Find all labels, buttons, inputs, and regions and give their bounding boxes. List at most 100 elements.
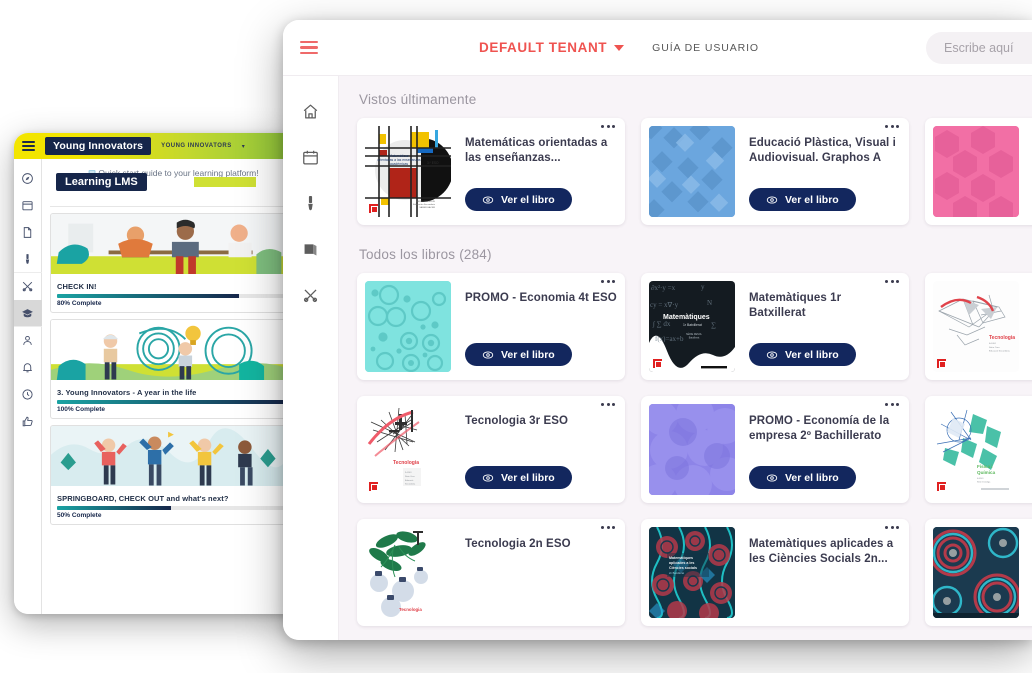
book-card[interactable]: ∂x²·y =x y cy = x∇·y N ∫ ∑ dx ∑ f(x)=ax+b M…	[641, 273, 909, 380]
clock-icon[interactable]	[14, 381, 42, 408]
user-guide-link[interactable]: GUÍA DE USUARIO	[652, 42, 759, 54]
svg-text:Ciències socials: Ciències socials	[669, 566, 697, 570]
svg-text:Matemàtiques: Matemàtiques	[669, 556, 693, 560]
course-card[interactable]: SPRINGBOARD, CHECK OUT and what's next? …	[50, 425, 292, 525]
brush-icon[interactable]	[14, 246, 42, 273]
svg-text:∫ ∑ dx: ∫ ∑ dx	[652, 320, 671, 328]
svg-text:Sèrie Crea: Sèrie Crea	[989, 346, 1000, 349]
lms-hero: ▤ Quick start guide to your learning pla…	[42, 159, 300, 203]
svg-text:4t ESO: 4t ESO	[977, 477, 984, 480]
search-placeholder: Escribe aquí	[944, 41, 1014, 55]
book-cover: Tecnologia 4t ESO Sèrie Crea Educació Secu…	[933, 281, 1019, 372]
more-options-icon[interactable]	[885, 125, 899, 128]
recent-books-grid: Matemáticas orientadas a las enseñanzas …	[357, 118, 1032, 225]
calendar-icon[interactable]	[300, 146, 322, 168]
view-book-button[interactable]: Ver el libro	[465, 188, 572, 211]
lms-menu-icon[interactable]	[22, 139, 35, 153]
menu-icon[interactable]	[300, 38, 318, 57]
tenant-selector[interactable]: DEFAULT TENANT	[479, 40, 625, 55]
svg-text:Matemàtiques: Matemàtiques	[663, 314, 710, 321]
progress-label: 50% Complete	[57, 512, 102, 519]
svg-text:Química: Química	[977, 470, 996, 475]
home-icon[interactable]	[300, 100, 322, 122]
more-options-icon[interactable]	[601, 526, 615, 529]
view-book-button[interactable]: Ver el libro	[749, 188, 856, 211]
compass-icon[interactable]	[14, 165, 42, 192]
screenshot-stage: Young Innovators YOUNG INNOVATORS ▾ Quic…	[0, 0, 1032, 673]
book-card[interactable]	[925, 519, 1032, 626]
lms-tenant-caret-icon[interactable]: ▾	[242, 143, 245, 150]
chevron-down-icon	[614, 44, 625, 51]
book-card[interactable]: Matemáticas orientadas a las enseñanzas …	[357, 118, 625, 225]
book-icon[interactable]	[300, 238, 322, 260]
svg-text:Tecnologia: Tecnologia	[989, 335, 1015, 341]
course-card[interactable]: CHECK IN! 80% Complete	[50, 213, 292, 313]
brush-icon[interactable]	[300, 192, 322, 214]
svg-text:Tecnologia: Tecnologia	[399, 607, 422, 612]
view-book-label: Ver el libro	[501, 471, 555, 484]
tools-icon[interactable]	[14, 273, 42, 300]
app-header: DEFAULT TENANT GUÍA DE USUARIO Escribe a…	[283, 20, 1032, 76]
book-cover	[365, 281, 451, 372]
books-content: Vistos últimamente Matemáticas orientada…	[339, 76, 1032, 640]
more-options-icon[interactable]	[885, 280, 899, 283]
book-card[interactable]: Tecnologia Tecnologia 2n ESO	[357, 519, 625, 626]
lms-topbar: Young Innovators YOUNG INNOVATORS ▾	[14, 133, 300, 159]
svg-text:Sèrie Investiga: Sèrie Investiga	[977, 481, 991, 484]
view-book-button[interactable]: Ver el libro	[465, 466, 572, 489]
progress-label: 80% Complete	[57, 300, 102, 307]
lms-sidebar	[14, 159, 42, 614]
book-card[interactable]	[925, 118, 1032, 225]
book-card[interactable]: Matemàtiques aplicades a les Ciències soci…	[641, 519, 909, 626]
lms-main: ▤ Quick start guide to your learning pla…	[42, 159, 300, 614]
book-card[interactable]: PROMO - Economía de la empresa 2º Bachil…	[641, 396, 909, 503]
eye-icon	[482, 473, 494, 482]
more-options-icon[interactable]	[601, 403, 615, 406]
svg-text:Educación Secundaria: Educación Secundaria	[413, 203, 436, 206]
book-card[interactable]: PROMO - Economia 4t ESO Ver el libro	[357, 273, 625, 380]
bell-icon[interactable]	[14, 354, 42, 381]
course-title: 3. Young Innovators - A year in the life	[57, 388, 197, 397]
calendar-icon[interactable]	[14, 192, 42, 219]
svg-text:Física i: Física i	[977, 464, 993, 469]
course-title: SPRINGBOARD, CHECK OUT and what's next?	[57, 494, 229, 503]
eye-icon	[766, 195, 778, 204]
svg-text:SERIE RESUELVE: SERIE RESUELVE	[416, 201, 435, 203]
more-options-icon[interactable]	[601, 280, 615, 283]
publisher-logo	[653, 359, 662, 368]
book-card[interactable]: Física i Química 4t ESO Sèrie Investiga	[925, 396, 1032, 503]
view-book-label: Ver el libro	[785, 471, 839, 484]
book-card[interactable]: Tecnologia 3r ESO Sèrie Crea Educació Secun…	[357, 396, 625, 503]
file-icon[interactable]	[14, 219, 42, 246]
thumbs-up-icon[interactable]	[14, 408, 42, 435]
all-books-grid-row2: Tecnologia 3r ESO Sèrie Crea Educació Secun…	[357, 396, 1032, 503]
svg-text:SABER HACER: SABER HACER	[419, 206, 435, 209]
section-title-all: Todos los libros (284)	[359, 247, 492, 262]
user-icon[interactable]	[14, 327, 42, 354]
book-cover: Matemàtiques aplicades a les Ciències soci…	[649, 527, 735, 618]
book-cover	[933, 527, 1019, 618]
view-book-button[interactable]: Ver el libro	[749, 343, 856, 366]
divider	[50, 206, 292, 207]
book-card[interactable]: Tecnologia 4t ESO Sèrie Crea Educació Secu…	[925, 273, 1032, 380]
more-options-icon[interactable]	[885, 403, 899, 406]
more-options-icon[interactable]	[885, 526, 899, 529]
tools-icon[interactable]	[300, 284, 322, 306]
graduation-cap-icon[interactable]	[14, 300, 42, 327]
app-sidebar	[283, 76, 339, 640]
view-book-button[interactable]: Ver el libro	[749, 466, 856, 489]
lime-highlight	[194, 177, 256, 187]
svg-text:2n Batxillerat: 2n Batxillerat	[669, 571, 684, 575]
search-input[interactable]: Escribe aquí	[926, 32, 1032, 64]
lms-tenant-label[interactable]: YOUNG INNOVATORS	[161, 143, 232, 149]
view-book-button[interactable]: Ver el libro	[465, 343, 572, 366]
all-books-grid-row1: PROMO - Economia 4t ESO Ver el libro ∂x²…	[357, 273, 1032, 380]
publisher-logo	[369, 204, 378, 213]
book-title: Matemáticas orientadas a las enseñanzas.…	[465, 137, 608, 165]
book-card[interactable]: Educació Plàstica, Visual i Audiovisual.…	[641, 118, 909, 225]
course-illustration	[51, 426, 291, 489]
book-cover: Física i Química 4t ESO Sèrie Investiga	[933, 404, 1019, 495]
course-card[interactable]: 3. Young Innovators - A year in the life…	[50, 319, 292, 419]
more-options-icon[interactable]	[601, 125, 615, 128]
book-cover	[649, 404, 735, 495]
